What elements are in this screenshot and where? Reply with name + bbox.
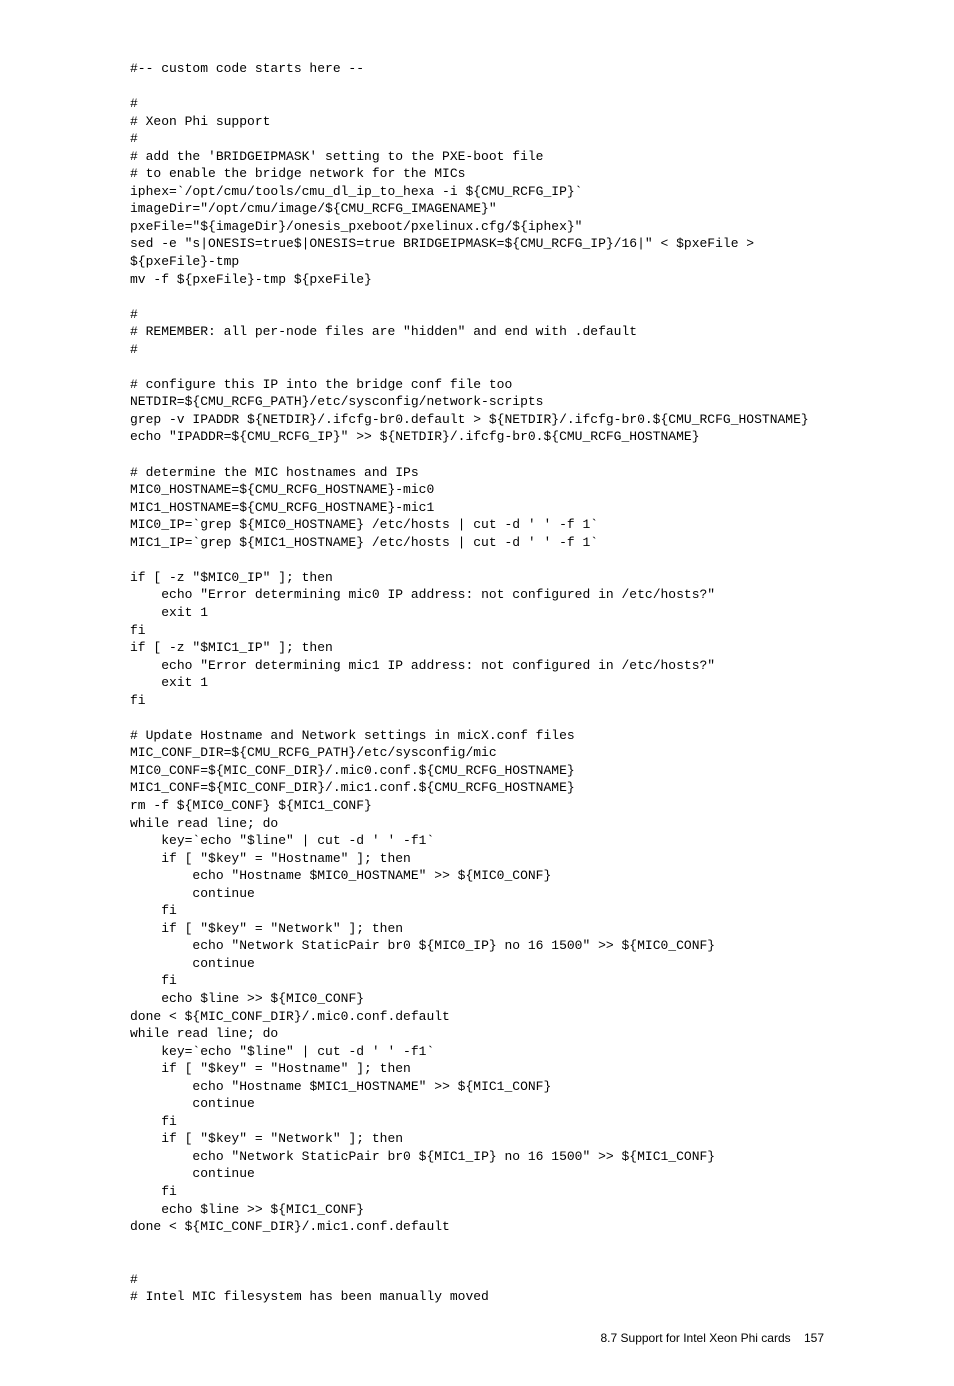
code-block: #-- custom code starts here -- # # Xeon … <box>130 60 824 1306</box>
footer-section: 8.7 Support for Intel Xeon Phi cards <box>601 1331 791 1345</box>
footer-page-number: 157 <box>804 1331 824 1345</box>
page-footer: 8.7 Support for Intel Xeon Phi cards 157 <box>130 1330 824 1346</box>
